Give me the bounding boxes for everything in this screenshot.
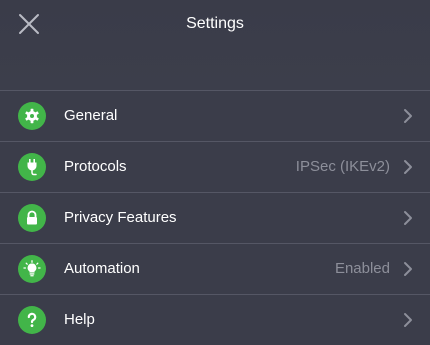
menu-item-general[interactable]: General: [0, 91, 430, 142]
chevron-right-icon: [404, 313, 412, 327]
plug-icon: [18, 153, 46, 181]
menu-item-label: Protocols: [64, 158, 127, 175]
lock-icon: [18, 204, 46, 232]
chevron-right-icon: [404, 262, 412, 276]
menu-item-label: General: [64, 107, 118, 124]
gear-icon: [18, 102, 46, 130]
lightbulb-icon: [18, 255, 46, 283]
menu-item-label: Privacy Features: [64, 209, 177, 226]
question-icon: [18, 306, 46, 334]
chevron-right-icon: [404, 160, 412, 174]
settings-menu: General Protocols IPSec (IKEv2) Privacy …: [0, 90, 430, 345]
menu-item-protocols[interactable]: Protocols IPSec (IKEv2): [0, 142, 430, 193]
page-title: Settings: [186, 15, 244, 32]
header-bar: Settings: [0, 0, 430, 90]
menu-item-help[interactable]: Help: [0, 295, 430, 345]
chevron-right-icon: [404, 109, 412, 123]
menu-item-value: IPSec (IKEv2): [295, 158, 390, 175]
menu-item-label: Automation: [64, 260, 140, 277]
menu-item-label: Help: [64, 311, 95, 328]
menu-item-privacy-features[interactable]: Privacy Features: [0, 193, 430, 244]
menu-item-automation[interactable]: Automation Enabled: [0, 244, 430, 295]
menu-item-value: Enabled: [334, 260, 390, 277]
chevron-right-icon: [404, 211, 412, 225]
